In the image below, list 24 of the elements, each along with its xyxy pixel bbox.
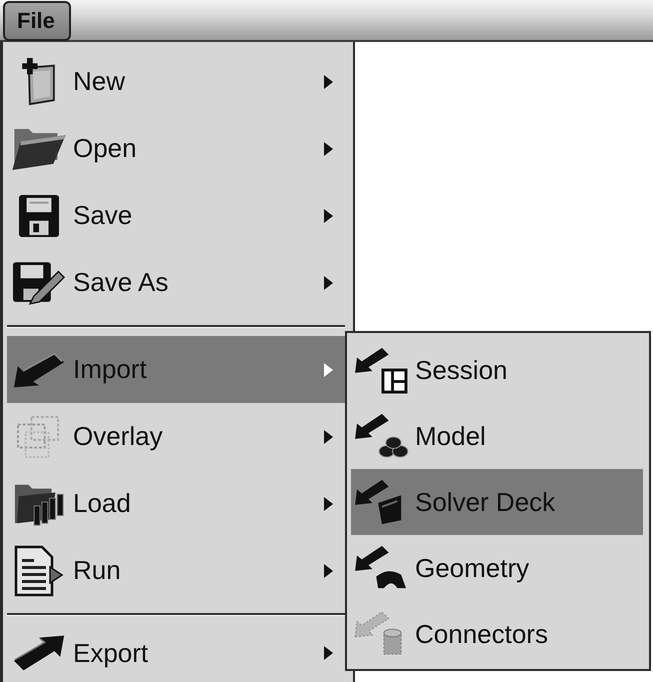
menu-item[interactable]: Save xyxy=(7,182,345,249)
menu-item[interactable]: Run xyxy=(7,537,345,604)
new-document-icon xyxy=(22,58,56,106)
arrow-down-left-icon xyxy=(12,350,66,390)
file-menu-button[interactable]: File xyxy=(3,1,71,41)
folder-icon xyxy=(12,128,66,170)
menu-item[interactable]: Open xyxy=(7,115,345,182)
menu-item[interactable]: New xyxy=(7,48,345,115)
floppy-pencil-icon xyxy=(13,260,65,306)
dotted-frame-icon xyxy=(16,414,62,458)
arrow-grid-icon xyxy=(353,346,409,394)
menu-item[interactable]: Load xyxy=(7,470,345,537)
arrow-up-right-icon xyxy=(12,633,66,673)
menu-item[interactable]: Overlay xyxy=(7,403,345,470)
arrow-blocks-icon xyxy=(353,412,409,460)
menu-item[interactable]: Save As xyxy=(7,249,345,316)
document-arrow-icon xyxy=(14,544,64,596)
submenu-item[interactable]: Model xyxy=(351,403,643,469)
menu-item[interactable]: Export xyxy=(7,624,345,682)
menu-item[interactable]: Import xyxy=(7,336,345,403)
submenu-item[interactable]: Geometry xyxy=(351,535,643,601)
submenu-item[interactable]: Session xyxy=(351,337,643,403)
submenu-item[interactable]: Solver Deck xyxy=(351,469,643,535)
submenu-item[interactable]: Connectors xyxy=(351,601,643,667)
